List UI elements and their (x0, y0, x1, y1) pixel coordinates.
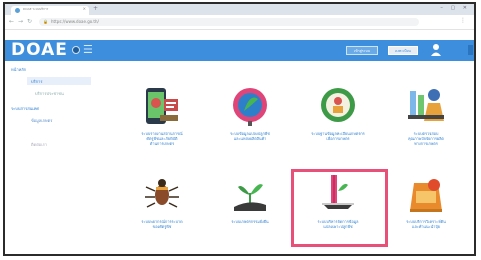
site-logo[interactable]: DOAE (11, 41, 68, 60)
sidebar-group-title: ระบบสารสนเทศ (11, 106, 39, 111)
site-header: DOAE ☰ เข้าสู่ระบบ ลงทะเบียน (5, 40, 474, 61)
service-card[interactable]: ระบบเกษตรกรรมยั่งยืน (209, 169, 291, 237)
address-text: https://www.doae.go.th/ (51, 19, 99, 24)
forward-arrow-icon[interactable]: → (18, 18, 23, 25)
fertilizer-bag-icon (410, 179, 442, 212)
register-button[interactable]: ลงทะเบียน (388, 46, 418, 55)
browser-menu-icon[interactable]: ⋮ (460, 17, 466, 24)
service-card[interactable]: ระบบรายงานสถานการณ์ ศัตรูพืชและภัยพิบัติด… (121, 81, 203, 149)
service-grid: ระบบรายงานสถานการณ์ ศัตรูพืชและภัยพิบัติด… (98, 61, 474, 254)
tab-close-icon[interactable]: × (83, 6, 86, 11)
hand-seedling-icon (234, 184, 266, 211)
header-side-icon[interactable] (468, 45, 473, 55)
reload-icon[interactable]: ↻ (27, 18, 32, 25)
service-card[interactable]: ระบบตรวจสอบ คุณภาพปัจจัยการผลิต ทางการเกษต… (385, 81, 467, 149)
service-card-label: ระบบรายงานสถานการณ์ ศัตรูพืชและภัยพิบัติด… (141, 131, 183, 146)
service-card[interactable]: ระบบบริการวิเคราะห์ดิน และคำแนะนำปุ๋ย (385, 169, 467, 237)
service-card-label: ระบบฐานข้อมูลทะเบียนเกษตรกร เพื่อการเกษตร (311, 131, 365, 141)
sidebar-item-services[interactable]: บริการ (31, 78, 43, 85)
browser-tab-strip: DOAE ระบบบริการ × + – ▢ ✕ (5, 4, 474, 15)
address-bar[interactable]: 🔒 https://www.doae.go.th/ (39, 18, 419, 26)
sidebar-section-title: หน้าหลัก (11, 67, 27, 72)
sidebar-footer-item[interactable]: ติดต่อเรา (31, 141, 47, 148)
farmer-registry-badge-icon (321, 88, 355, 122)
selection-highlight-box (291, 169, 388, 247)
lock-icon: 🔒 (43, 19, 48, 24)
phone-plant-doctor-icon (146, 88, 178, 124)
service-card[interactable]: ระบบพยากรณ์การระบาด ของศัตรูพืช (121, 169, 203, 237)
sidebar-subitem[interactable]: บริการประชาชน (35, 90, 64, 97)
browser-window: DOAE ระบบบริการ × + – ▢ ✕ ← → ↻ 🔒 https:… (3, 2, 476, 256)
browser-tab[interactable]: DOAE ระบบบริการ × (11, 6, 89, 15)
globe-leaf-icon (233, 88, 267, 126)
hamburger-menu-icon[interactable]: ☰ (83, 43, 93, 56)
service-card-label: ระบบตรวจสอบ คุณภาพปัจจัยการผลิต ทางการเกษต… (408, 131, 444, 146)
tab-title: DOAE ระบบบริการ (23, 7, 49, 11)
service-card[interactable]: ระบบข้อมูลแปลงปลูกพืช และแหล่งผลิตสินค้า (209, 81, 291, 149)
service-card-label: ระบบบริการวิเคราะห์ดิน และคำแนะนำปุ๋ย (406, 219, 446, 229)
service-card-label: ระบบพยากรณ์การระบาด ของศัตรูพืช (141, 219, 183, 229)
sidebar: หน้าหลัก บริการ บริการประชาชน ระบบสารสนเ… (5, 61, 99, 254)
user-avatar-icon[interactable] (431, 43, 441, 56)
logo-badge-icon (72, 46, 80, 54)
insect-pest-icon (145, 179, 179, 208)
login-button[interactable]: เข้าสู่ระบบ (346, 46, 378, 55)
sidebar-group-item[interactable]: ข้อมูลเกษตร (31, 117, 52, 124)
service-card-label: ระบบข้อมูลแปลงปลูกพืช และแหล่งผลิตสินค้า (230, 131, 270, 141)
new-tab-button[interactable]: + (93, 5, 98, 12)
lab-chemistry-icon (408, 89, 444, 121)
window-controls[interactable]: – ▢ ✕ (440, 5, 470, 11)
tab-favicon-icon (15, 8, 20, 13)
service-card-label: ระบบเกษตรกรรมยั่งยืน (231, 219, 269, 224)
service-card[interactable]: ระบบฐานข้อมูลทะเบียนเกษตรกร เพื่อการเกษตร (297, 81, 379, 149)
address-bar-row: ← → ↻ 🔒 https://www.doae.go.th/ ⋮ (5, 15, 474, 30)
back-arrow-icon[interactable]: ← (9, 18, 14, 25)
